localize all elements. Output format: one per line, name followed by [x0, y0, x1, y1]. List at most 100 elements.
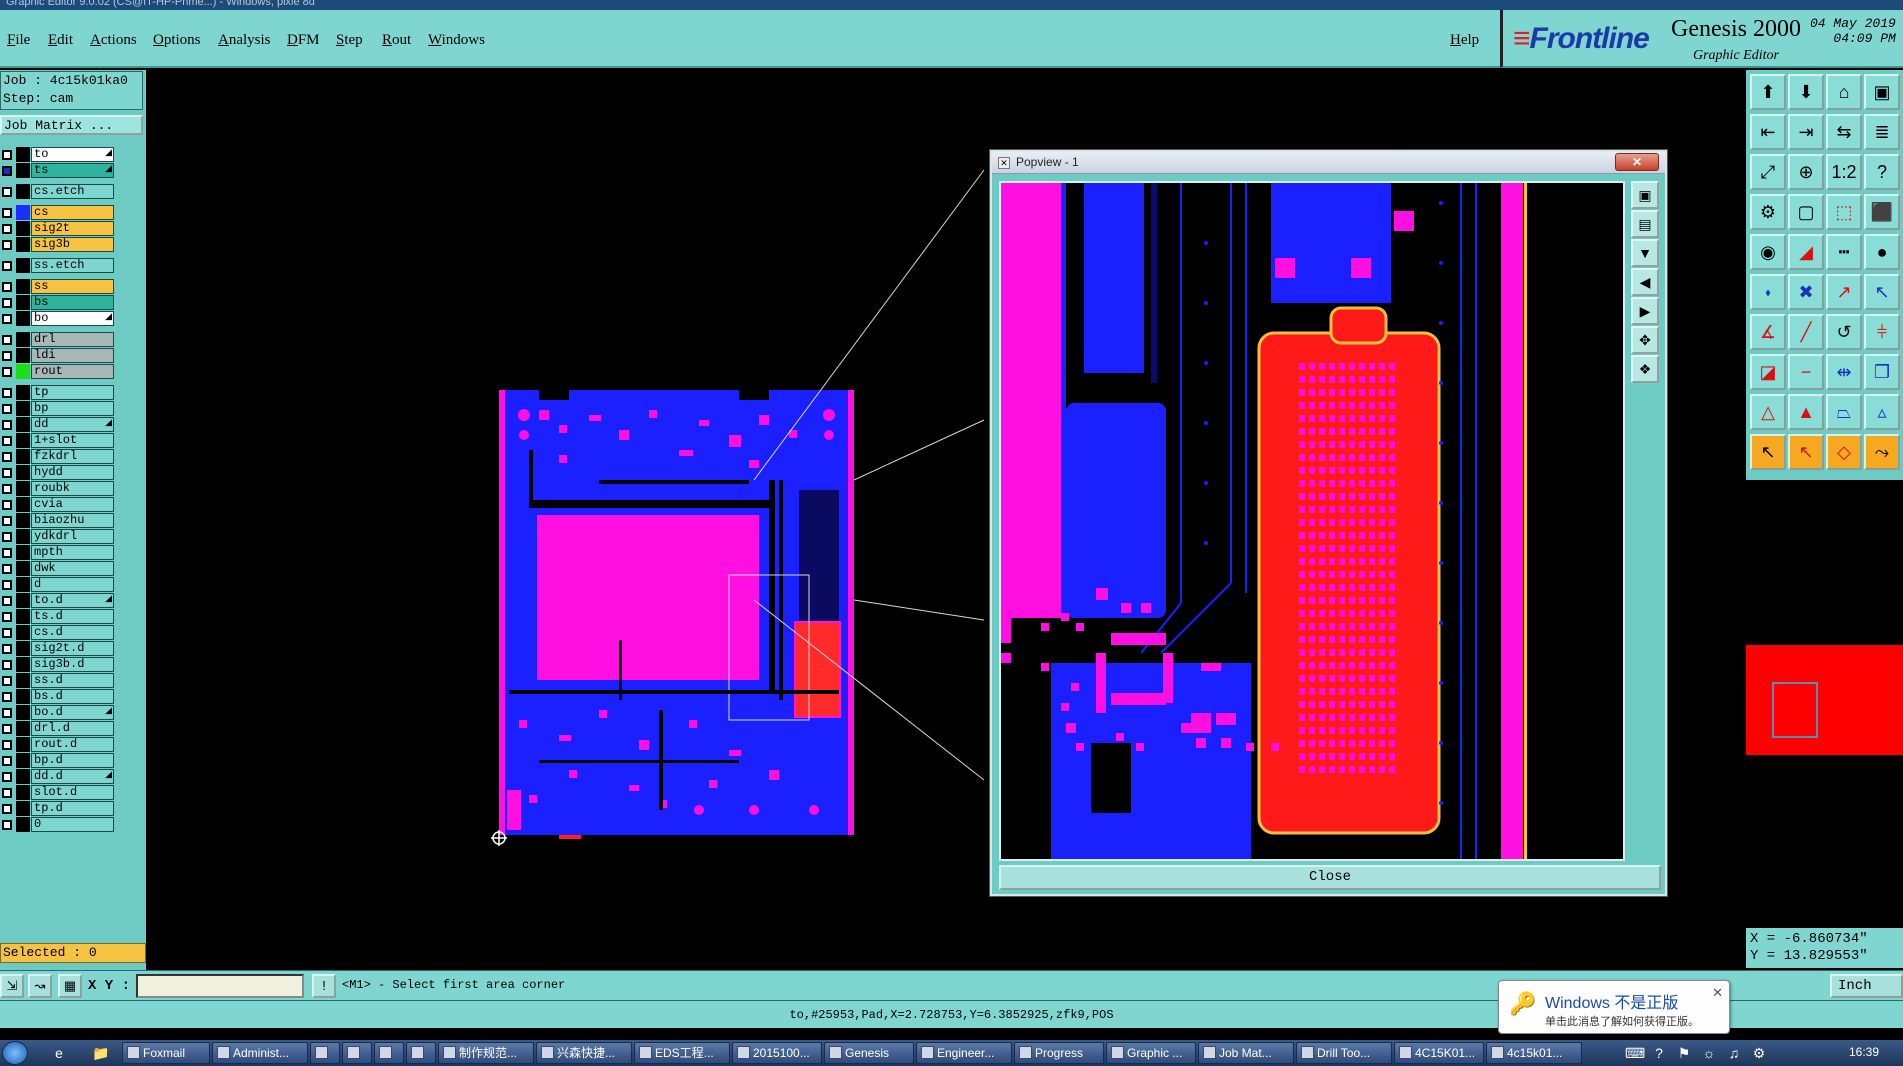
layer-name[interactable]: sig2t.d: [31, 641, 114, 656]
layer-name[interactable]: sig2t: [31, 221, 114, 236]
layer-name[interactable]: drl: [31, 332, 114, 347]
point-icon[interactable]: ●: [1864, 234, 1900, 270]
settings-icon[interactable]: ⚙: [1750, 194, 1786, 230]
layer-checkbox[interactable]: [2, 756, 12, 766]
connect-icon[interactable]: ⬪: [1750, 274, 1786, 310]
menu-dfm[interactable]: DFM: [287, 32, 320, 49]
layer-color-swatch[interactable]: [16, 705, 30, 720]
layer-row[interactable]: bp: [0, 401, 118, 417]
layer-menu-icon[interactable]: ◢: [105, 311, 112, 322]
layer-row[interactable]: cs.d: [0, 625, 118, 641]
layer-name[interactable]: slot.d: [31, 785, 114, 800]
layer-color-swatch[interactable]: [16, 417, 30, 432]
layer-name[interactable]: bo: [31, 311, 114, 326]
layer-row[interactable]: cvia: [0, 497, 118, 513]
layer-name[interactable]: cvia: [31, 497, 114, 512]
layer-row[interactable]: cs: [0, 205, 118, 221]
layer-checkbox[interactable]: [2, 580, 12, 590]
layer-row[interactable]: hydd: [0, 465, 118, 481]
taskbar-item[interactable]: Job Mat...: [1198, 1042, 1294, 1064]
taskbar-item[interactable]: [374, 1042, 404, 1064]
layer-checkbox[interactable]: [2, 436, 12, 446]
layer-row[interactable]: to ◢: [0, 147, 118, 163]
cross-icon[interactable]: ✖: [1788, 274, 1824, 310]
layer-color-swatch[interactable]: [16, 385, 30, 400]
layer-row[interactable]: dwk: [0, 561, 118, 577]
explorer-icon[interactable]: 📁: [92, 1044, 110, 1062]
layer-row[interactable]: roubk: [0, 481, 118, 497]
xy-input[interactable]: [136, 974, 304, 998]
list-icon[interactable]: ≣: [1864, 114, 1900, 150]
taskbar-item[interactable]: Progress: [1014, 1042, 1104, 1064]
layer-checkbox[interactable]: [2, 500, 12, 510]
trapezoid-icon[interactable]: ⏢: [1826, 394, 1862, 430]
layer-name[interactable]: mpth: [31, 545, 114, 560]
layer-row[interactable]: ts ◢: [0, 163, 118, 179]
save-icon[interactable]: ⬇: [1788, 74, 1824, 110]
pv-pan-down-icon[interactable]: ▼: [1631, 239, 1659, 267]
layer-color-swatch[interactable]: [16, 561, 30, 576]
tray-keyboard-icon[interactable]: ⌨: [1625, 1044, 1645, 1062]
route-icon[interactable]: ⤳: [1864, 434, 1900, 470]
layer-color-swatch[interactable]: [16, 513, 30, 528]
home-icon[interactable]: ⌂: [1826, 74, 1862, 110]
snap-center-icon[interactable]: ◉: [1750, 234, 1786, 270]
layer-row[interactable]: tp: [0, 385, 118, 401]
layer-color-swatch[interactable]: [16, 593, 30, 608]
layer-color-swatch[interactable]: [16, 221, 30, 236]
layer-color-swatch[interactable]: [16, 295, 30, 310]
layer-name[interactable]: ldi: [31, 348, 114, 363]
close-icon[interactable]: ✕: [1615, 153, 1659, 171]
layer-row[interactable]: tp.d: [0, 801, 118, 817]
popview-close-button[interactable]: Close: [999, 865, 1661, 890]
pad-icon[interactable]: ◪: [1750, 354, 1786, 390]
windows-notification[interactable]: 🔑 Windows 不是正版 单击此消息了解如何获得正版。 ✕: [1498, 980, 1730, 1034]
layer-checkbox[interactable]: [2, 532, 12, 542]
layer-color-swatch[interactable]: [16, 481, 30, 496]
popview-canvas[interactable]: [999, 181, 1625, 861]
layer-checkbox[interactable]: [2, 644, 12, 654]
layer-color-swatch[interactable]: [16, 258, 30, 273]
tray-flag-icon[interactable]: ⚑: [1675, 1044, 1693, 1062]
layer-checkbox[interactable]: [2, 676, 12, 686]
layer-checkbox[interactable]: [2, 596, 12, 606]
angle-icon[interactable]: ∡: [1750, 314, 1786, 350]
start-button[interactable]: [2, 1041, 28, 1065]
layer-row[interactable]: 0: [0, 817, 118, 833]
taskbar-item[interactable]: 4C15K01...: [1394, 1042, 1484, 1064]
layer-color-swatch[interactable]: [16, 332, 30, 347]
layer-row[interactable]: slot.d: [0, 785, 118, 801]
popview-title-bar[interactable]: ✕ Popview - 1 ✕: [992, 152, 1665, 174]
layer-name[interactable]: biaozhu: [31, 513, 114, 528]
layer-color-swatch[interactable]: [16, 753, 30, 768]
diag-icon[interactable]: ╱: [1788, 314, 1824, 350]
menu-windows[interactable]: Windows: [428, 32, 485, 49]
select-area-icon[interactable]: ⬚: [1826, 194, 1862, 230]
overview-map[interactable]: [1746, 645, 1903, 755]
layer-name[interactable]: cs.etch: [31, 184, 114, 199]
layer-color-swatch[interactable]: [16, 689, 30, 704]
layer-color-swatch[interactable]: [16, 609, 30, 624]
layer-row[interactable]: sig3b.d: [0, 657, 118, 673]
layer-name[interactable]: tp.d: [31, 801, 114, 816]
layer-color-swatch[interactable]: [16, 184, 30, 199]
tray-volume-icon[interactable]: ♫: [1725, 1044, 1743, 1062]
layer-checkbox[interactable]: [2, 724, 12, 734]
layer-color-swatch[interactable]: [16, 545, 30, 560]
pointer-red-icon[interactable]: ↖: [1788, 434, 1824, 470]
layer-checkbox[interactable]: [2, 404, 12, 414]
layer-name[interactable]: ss.etch: [31, 258, 114, 273]
layer-name[interactable]: bp.d: [31, 753, 114, 768]
rotate-icon[interactable]: ↺: [1826, 314, 1862, 350]
center-icon[interactable]: ⊕: [1788, 154, 1824, 190]
pv-pan-right-icon[interactable]: ▶: [1631, 297, 1659, 325]
layer-checkbox[interactable]: [2, 788, 12, 798]
scale-icon[interactable]: 1:2: [1826, 154, 1862, 190]
layer-row[interactable]: sig3b: [0, 237, 118, 253]
layer-name[interactable]: 1+slot: [31, 433, 114, 448]
layer-checkbox[interactable]: [2, 335, 12, 345]
layer-color-swatch[interactable]: [16, 721, 30, 736]
layer-checkbox[interactable]: [2, 820, 12, 830]
layer-checkbox[interactable]: [2, 367, 12, 377]
layer-row[interactable]: ss.etch: [0, 258, 118, 274]
